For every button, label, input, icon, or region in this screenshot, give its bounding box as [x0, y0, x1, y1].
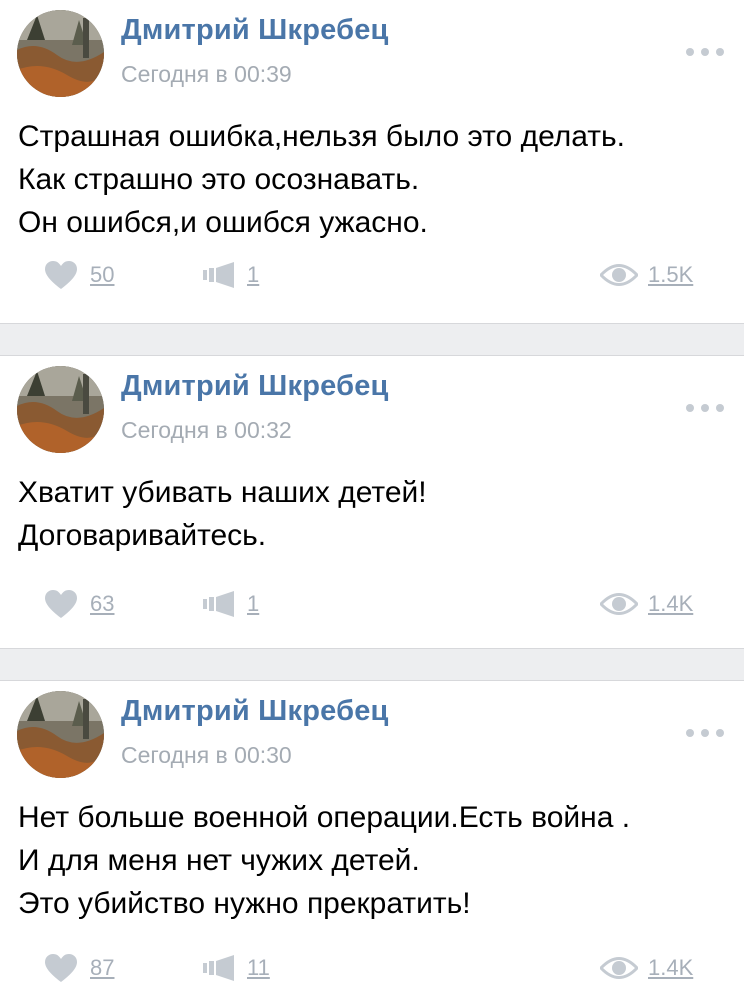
like-button[interactable]: 87	[44, 948, 114, 988]
post-text: Страшная ошибка,нельзя было это делать. …	[18, 115, 728, 244]
share-button[interactable]: 1	[203, 584, 259, 624]
post-actions: 87 11 1.4K	[0, 948, 744, 988]
post-text-line: Страшная ошибка,нельзя было это делать.	[18, 120, 626, 153]
more-dots-icon	[686, 404, 694, 412]
post-text-line: Как страшно это осознавать.	[18, 163, 420, 196]
post-actions: 63 1 1.4K	[0, 584, 744, 624]
share-count: 1	[247, 591, 260, 616]
author-name[interactable]: Дмитрий Шкребец	[121, 695, 389, 728]
views-counter: 1.5K	[600, 255, 693, 295]
post-text: Хватит убивать наших детей! Договаривайт…	[18, 471, 728, 557]
more-options-button[interactable]	[686, 399, 730, 417]
share-count: 1	[247, 262, 260, 287]
avatar[interactable]	[17, 691, 104, 778]
post-text-line: Это убийство нужно прекратить!	[18, 887, 471, 920]
more-dots-icon	[686, 729, 694, 737]
more-options-button[interactable]	[686, 724, 730, 742]
post-text-line: Хватит убивать наших детей!	[18, 476, 427, 509]
post-text-line: Он ошибся,и ошибся ужасно.	[18, 206, 428, 239]
eye-icon	[600, 593, 638, 615]
avatar[interactable]	[17, 10, 104, 97]
heart-icon	[45, 590, 77, 618]
avatar-image	[17, 366, 104, 453]
post-separator	[0, 648, 744, 681]
post-card: Дмитрий Шкребец Сегодня в 00:30 Нет боль…	[0, 681, 744, 991]
post-text-line: Нет больше военной операции.Есть война .	[18, 801, 631, 834]
post-timestamp: Сегодня в 00:30	[121, 742, 292, 768]
megaphone-icon	[203, 262, 234, 288]
megaphone-icon	[203, 591, 234, 617]
eye-icon	[600, 264, 638, 286]
post-actions: 50 1 1.5K	[0, 255, 744, 295]
like-count: 50	[90, 262, 115, 287]
like-count: 87	[90, 955, 115, 980]
like-button[interactable]: 63	[44, 584, 114, 624]
avatar[interactable]	[17, 366, 104, 453]
post-text-line: И для меня нет чужих детей.	[18, 844, 420, 877]
views-counter: 1.4K	[600, 948, 693, 988]
share-button[interactable]: 11	[203, 948, 270, 988]
avatar-image	[17, 10, 104, 97]
like-count: 63	[90, 591, 115, 616]
heart-icon	[45, 954, 77, 982]
views-counter: 1.4K	[600, 584, 693, 624]
post-text: Нет больше военной операции.Есть война .…	[18, 796, 728, 925]
avatar-image	[17, 691, 104, 778]
eye-icon	[600, 957, 638, 979]
post-timestamp: Сегодня в 00:39	[121, 61, 292, 87]
share-count: 11	[247, 955, 270, 980]
heart-icon	[45, 261, 77, 289]
views-count: 1.4K	[648, 955, 694, 980]
author-name[interactable]: Дмитрий Шкребец	[121, 14, 389, 47]
post-text-line: Договаривайтесь.	[18, 519, 267, 552]
news-feed: Дмитрий Шкребец Сегодня в 00:39 Страшная…	[0, 0, 744, 991]
author-name[interactable]: Дмитрий Шкребец	[121, 370, 389, 403]
like-button[interactable]: 50	[44, 255, 114, 295]
more-options-button[interactable]	[686, 43, 730, 61]
share-button[interactable]: 1	[203, 255, 259, 295]
megaphone-icon	[203, 955, 234, 981]
post-timestamp: Сегодня в 00:32	[121, 417, 292, 443]
views-count: 1.5K	[648, 262, 694, 287]
views-count: 1.4K	[648, 591, 694, 616]
more-dots-icon	[686, 48, 694, 56]
post-separator	[0, 323, 744, 356]
